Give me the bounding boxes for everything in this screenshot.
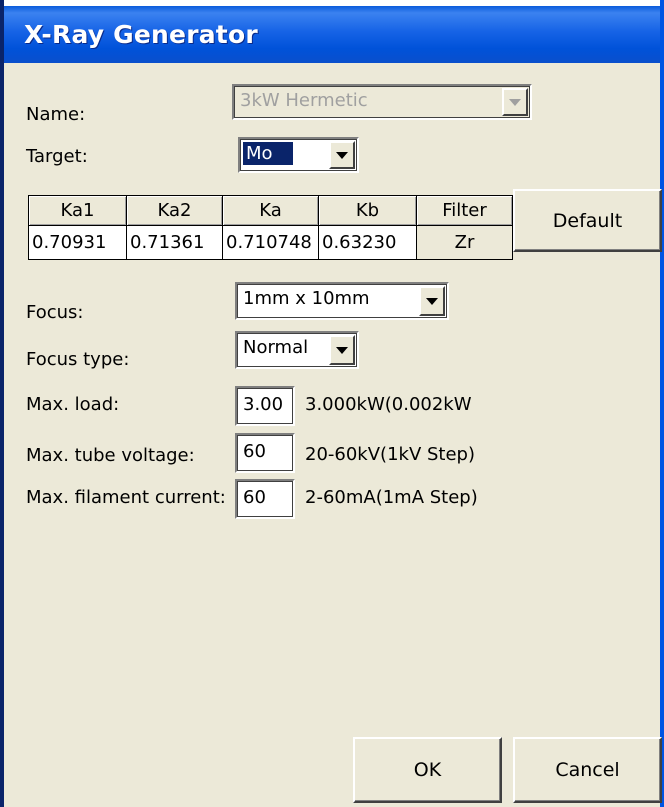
max-voltage-label: Max. tube voltage: (26, 445, 195, 466)
max-current-range: 2-60mA(1mA Step) (305, 487, 478, 508)
cancel-button[interactable]: Cancel (513, 737, 662, 803)
wavelength-value-row: 0.70931 0.71361 0.710748 0.63230 Zr (28, 225, 513, 260)
kb-input[interactable]: 0.63230 (318, 225, 417, 260)
focus-dropdown-arrow[interactable] (419, 286, 445, 316)
max-current-input[interactable]: 60 (235, 479, 295, 519)
name-select: 3kW Hermetic (232, 84, 532, 120)
name-dropdown-arrow (502, 88, 528, 116)
max-load-label: Max. load: (26, 394, 120, 415)
header-filter: Filter (416, 195, 513, 226)
chevron-down-icon (509, 99, 521, 106)
wavelength-table: Ka1 Ka2 Ka Kb Filter 0.70931 0.71361 0.7… (28, 195, 513, 260)
window-title: X-Ray Generator (24, 20, 258, 49)
chevron-down-icon (426, 298, 438, 305)
ok-button[interactable]: OK (353, 737, 502, 803)
ka-input[interactable]: 0.710748 (222, 225, 319, 260)
title-bar[interactable]: X-Ray Generator (4, 0, 660, 63)
target-select-value: Mo (243, 142, 293, 165)
ka2-input[interactable]: 0.71361 (126, 225, 223, 260)
target-label: Target: (26, 146, 88, 167)
header-kb: Kb (318, 195, 417, 226)
focus-type-select[interactable]: Normal (235, 331, 359, 369)
filter-value: Zr (416, 225, 513, 260)
header-ka2: Ka2 (126, 195, 223, 226)
default-button[interactable]: Default (513, 189, 662, 252)
max-load-range: 3.000kW(0.002kW (305, 394, 472, 415)
chevron-down-icon (336, 347, 348, 354)
focus-label: Focus: (26, 302, 84, 323)
max-voltage-range: 20-60kV(1kV Step) (305, 444, 475, 465)
focus-type-dropdown-arrow[interactable] (329, 335, 355, 365)
max-voltage-input[interactable]: 60 (235, 433, 295, 473)
name-select-value: 3kW Hermetic (240, 90, 368, 111)
xray-generator-dialog: X-Ray Generator Name: 3kW Hermetic Targe… (0, 0, 664, 807)
target-dropdown-arrow[interactable] (329, 141, 355, 169)
chevron-down-icon (336, 152, 348, 159)
wavelength-header-row: Ka1 Ka2 Ka Kb Filter (28, 195, 513, 226)
focus-select[interactable]: 1mm x 10mm (235, 282, 449, 320)
max-load-input[interactable]: 3.00 (235, 386, 295, 426)
max-current-label: Max. filament current: (26, 487, 226, 508)
header-ka: Ka (222, 195, 319, 226)
ka1-input[interactable]: 0.70931 (28, 225, 127, 260)
header-ka1: Ka1 (28, 195, 127, 226)
focus-select-value: 1mm x 10mm (243, 288, 370, 309)
focus-type-label: Focus type: (26, 349, 130, 370)
name-label: Name: (26, 104, 86, 125)
target-select[interactable]: Mo (238, 137, 359, 173)
focus-type-select-value: Normal (243, 337, 309, 358)
